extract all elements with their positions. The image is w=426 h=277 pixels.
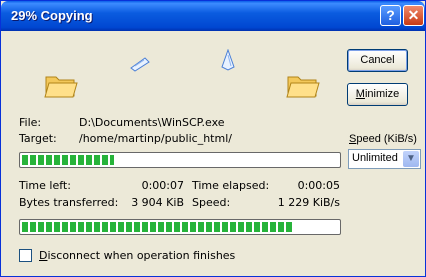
speed-value: 1 229 KiB/s [277,196,340,209]
disconnect-checkbox[interactable] [19,249,32,262]
window-title: 29% Copying [11,8,93,23]
speed-limit-label: Speed (KiB/s) [349,133,417,145]
disconnect-label[interactable]: Disconnect when operation finishes [39,249,235,262]
target-value: /home/martinp/public_html/ [79,132,232,145]
chevron-down-icon[interactable]: ▼ [403,151,419,167]
folder-source-icon [44,76,78,98]
speed-select[interactable]: Unlimited ▼ [348,149,421,169]
file-label: File: [19,116,42,129]
folder-target-icon [286,76,320,98]
paper-flying-icon [130,57,150,72]
time-left-label: Time left: [19,179,71,192]
paper-flying-icon [221,49,235,71]
bytes-transferred-label: Bytes transferred: [19,196,119,209]
minimize-mnemonic: M [355,88,365,100]
speed-label-text: peed (KiB/s) [356,133,417,145]
file-progress-fill [22,155,114,165]
minimize-label: inimize [364,88,400,100]
speed-select-value: Unlimited [352,152,398,164]
time-left-value: 0:00:07 [141,179,184,192]
target-label: Target: [19,132,57,145]
help-button[interactable]: ? [380,5,401,26]
cancel-button[interactable]: Cancel [347,49,408,72]
bytes-transferred-value: 3 904 KiB [131,196,184,209]
minimize-button[interactable]: Minimize [347,83,408,106]
time-elapsed-label: Time elapsed: [192,179,270,192]
close-button[interactable]: ✕ [403,5,424,26]
total-progress-bar [19,219,341,235]
time-elapsed-value: 0:00:05 [297,179,340,192]
file-value: D:\Documents\WinSCP.exe [79,116,225,129]
total-progress-fill [22,222,294,232]
copy-progress-dialog: 29% Copying ? ✕ File: D:\Documents\WinSC… [0,0,426,277]
disconnect-label-text: isconnect when operation finishes [47,249,236,262]
speed-label: Speed: [192,196,231,209]
file-progress-bar [19,152,341,168]
title-bar[interactable]: 29% Copying ? ✕ [1,1,425,31]
dialog-body: File: D:\Documents\WinSCP.exe Target: /h… [4,31,422,275]
